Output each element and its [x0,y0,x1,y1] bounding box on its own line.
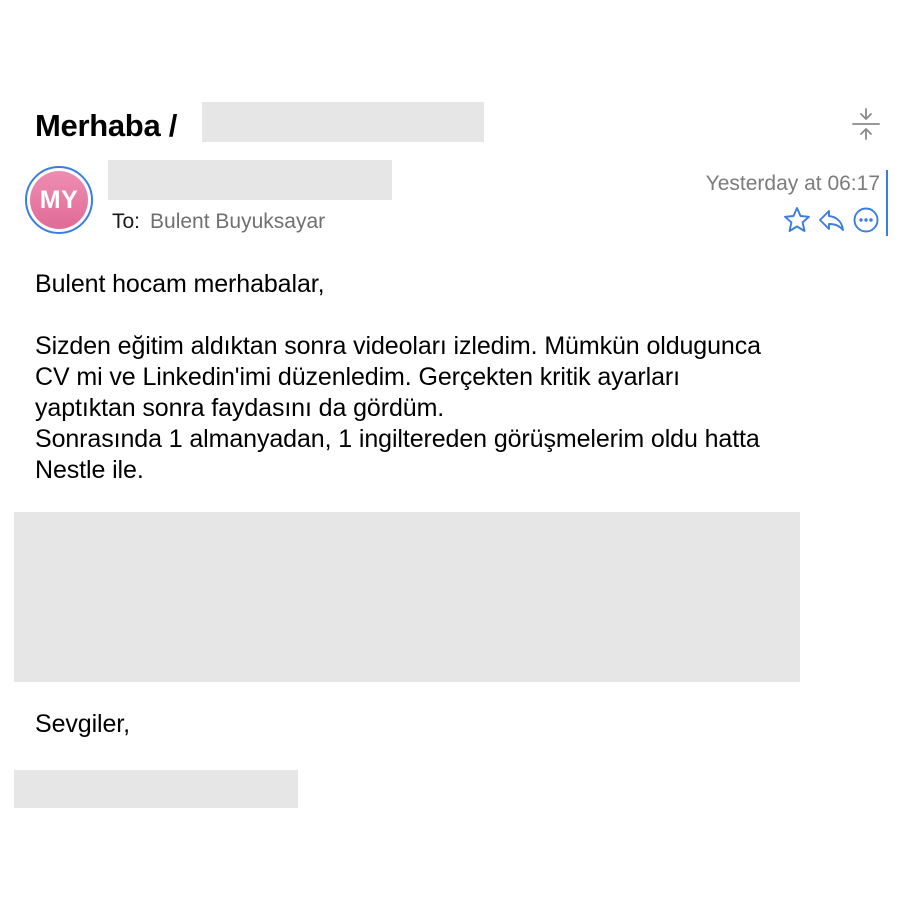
body-line: Sizden eğitim aldıktan sonra videoları i… [35,332,761,360]
message-body: Sizden eğitim aldıktan sonra videoları i… [35,331,895,486]
signature-redaction [14,770,298,808]
star-icon[interactable] [782,205,812,235]
expand-icon[interactable] [850,107,882,141]
body-redaction [14,512,800,682]
email-subject: Merhaba / [35,108,178,143]
recipient-row: To: Bulent Buyuksayar [112,208,325,236]
closing-text: Sevgiler, [35,710,130,738]
sender-name-redaction [108,160,392,200]
body-line: yaptıktan sonra faydasını da gördüm. [35,394,445,422]
focus-indicator [886,170,888,236]
message-greeting: Bulent hocam merhabalar, [35,269,895,300]
to-label: To: [112,210,141,233]
recipient-name[interactable]: Bulent Buyuksayar [150,210,325,233]
reply-icon[interactable] [816,205,846,235]
sender-avatar[interactable]: MY [25,166,93,234]
body-line: Sonrasında 1 almanyadan, 1 ingiltereden … [35,425,760,453]
subject-redaction [202,102,484,142]
message-closing: Sevgiler, [35,709,895,740]
greeting-text: Bulent hocam merhabalar, [35,270,325,298]
body-line: Nestle ile. [35,456,144,484]
avatar-initials: MY [30,171,88,229]
body-line: CV mi ve Linkedin'imi düzenledim. Gerçek… [35,363,680,391]
timestamp: Yesterday at 06:17 [705,172,880,195]
more-options-icon[interactable] [851,205,881,235]
